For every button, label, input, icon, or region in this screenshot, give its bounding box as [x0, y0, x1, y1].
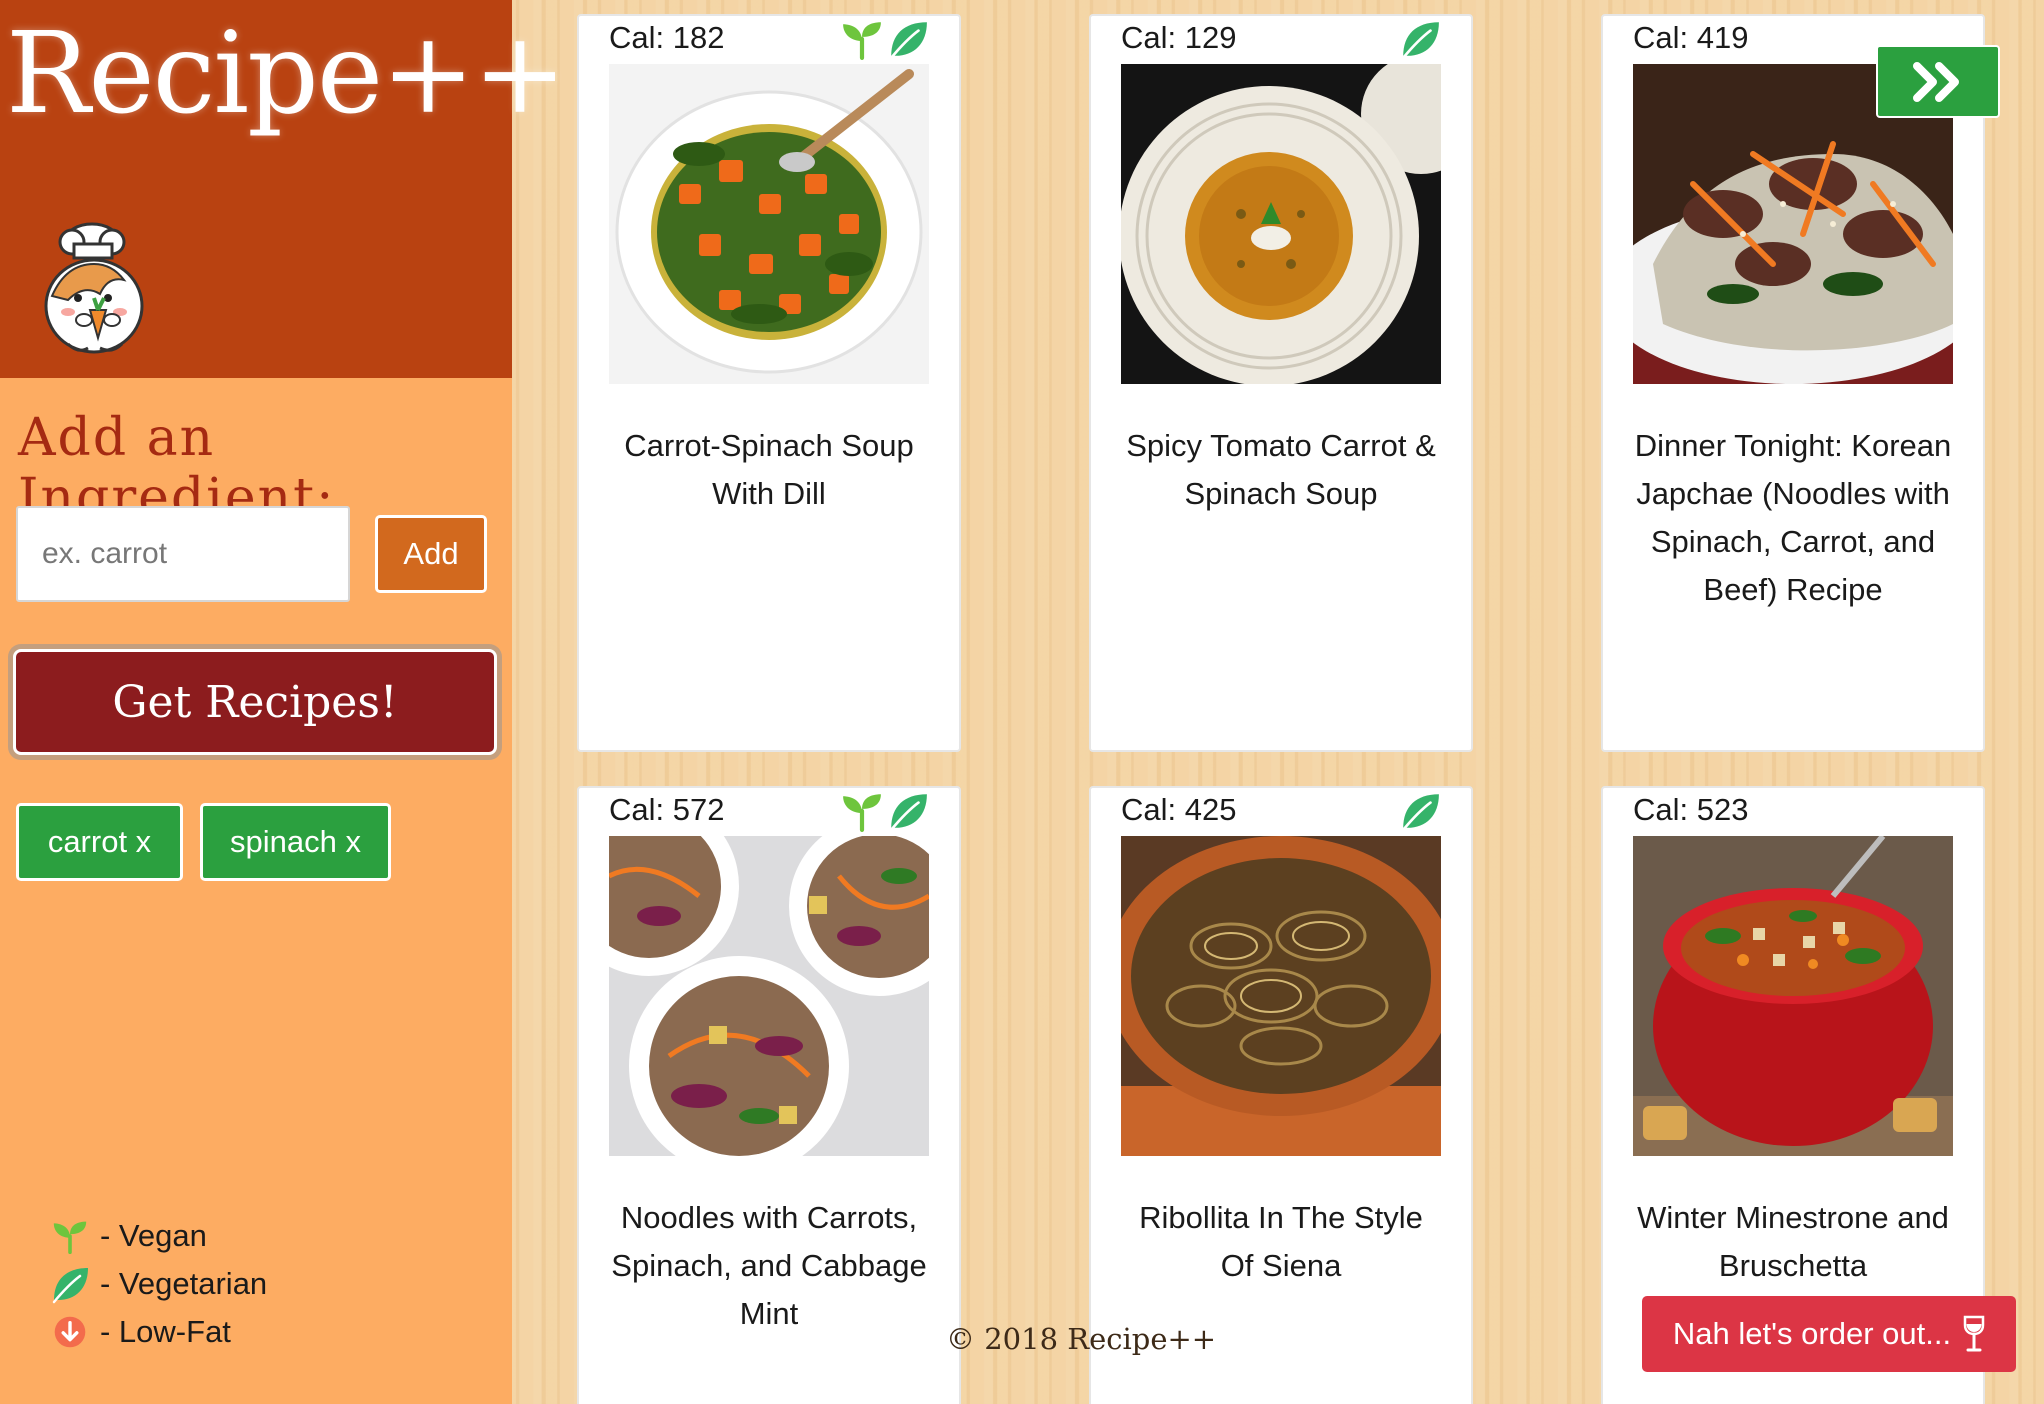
recipe-card[interactable]: Cal: 425 Ribollita In The Style Of Siena	[1089, 786, 1473, 1404]
diet-badges	[1399, 18, 1441, 60]
calorie-count: Cal: 572	[609, 792, 725, 827]
sprout-icon	[843, 22, 881, 60]
recipe-title[interactable]: Carrot-Spinach Soup With Dill	[609, 422, 929, 518]
calorie-count: Cal: 425	[1121, 792, 1237, 827]
chef-hamster-mascot-icon	[44, 222, 144, 354]
recipe-card[interactable]: Cal: 419 Dinner Tonight: Korean Japchae …	[1601, 14, 1985, 752]
down-arrow-circle-icon	[50, 1312, 90, 1352]
legend-label-low-fat: - Low-Fat	[100, 1314, 231, 1349]
recipe-card[interactable]: Cal: 182 Carrot-Spinach Soup With Dill	[577, 14, 961, 752]
recipe-photo[interactable]	[609, 64, 929, 384]
sprout-icon	[843, 794, 881, 832]
app-logo: Recipe++	[6, 9, 567, 139]
calorie-count: Cal: 182	[609, 20, 725, 55]
diet-badges	[841, 790, 929, 832]
leaf-icon	[1401, 794, 1439, 832]
leaf-icon	[1401, 22, 1439, 60]
recipe-title[interactable]: Ribollita In The Style Of Siena	[1121, 1194, 1441, 1290]
wine-glass-icon	[1963, 1315, 1985, 1352]
diet-badges	[841, 18, 929, 60]
copyright-text: © 2018 Recipe++	[946, 1322, 1217, 1356]
leaf-icon	[50, 1264, 90, 1304]
ingredient-chip-carrot[interactable]: carrot x	[16, 803, 183, 881]
legend-label-vegetarian: - Vegetarian	[100, 1266, 268, 1301]
recipe-title[interactable]: Dinner Tonight: Korean Japchae (Noodles …	[1633, 422, 1953, 614]
next-page-button[interactable]	[1876, 45, 2000, 118]
order-out-button[interactable]: Nah let's order out...	[1642, 1296, 2016, 1372]
recipe-photo[interactable]	[1121, 64, 1441, 384]
legend-label-vegan: - Vegan	[100, 1218, 207, 1253]
leaf-icon	[889, 22, 927, 60]
ingredient-input[interactable]	[16, 506, 350, 602]
sprout-icon	[50, 1216, 90, 1256]
calorie-count: Cal: 523	[1633, 792, 1749, 827]
double-chevron-right-icon	[1913, 61, 1959, 102]
brand-header: Recipe++	[0, 0, 567, 378]
recipe-title[interactable]: Winter Minestrone and Bruschetta	[1633, 1194, 1953, 1290]
add-ingredient-button[interactable]: Add	[375, 515, 487, 593]
order-out-label: Nah let's order out...	[1672, 1316, 1952, 1351]
calorie-count: Cal: 129	[1121, 20, 1237, 55]
recipe-title[interactable]: Spicy Tomato Carrot & Spinach Soup	[1121, 422, 1441, 518]
recipe-photo[interactable]	[609, 836, 929, 1156]
leaf-icon	[889, 794, 927, 832]
ingredient-chip-spinach[interactable]: spinach x	[200, 803, 391, 881]
legend-item-vegan: - Vegan	[50, 1214, 330, 1258]
recipe-card[interactable]: Cal: 129 Spicy Tomato Carrot & Spinach S…	[1089, 14, 1473, 752]
recipe-title[interactable]: Noodles with Carrots, Spinach, and Cabba…	[609, 1194, 929, 1338]
legend-item-low-fat: - Low-Fat	[50, 1310, 330, 1354]
recipe-photo[interactable]	[1633, 836, 1953, 1156]
diet-badges	[1399, 790, 1441, 832]
recipe-photo[interactable]	[1121, 836, 1441, 1156]
sidebar: Recipe++ Add an Ingredient: Add Get Reci…	[0, 0, 567, 1404]
get-recipes-button[interactable]: Get Recipes!	[13, 649, 497, 755]
legend-item-vegetarian: - Vegetarian	[50, 1262, 330, 1306]
calorie-count: Cal: 419	[1633, 20, 1749, 55]
recipe-card[interactable]: Cal: 572 Noodles with Carrots, Spinach, …	[577, 786, 961, 1404]
